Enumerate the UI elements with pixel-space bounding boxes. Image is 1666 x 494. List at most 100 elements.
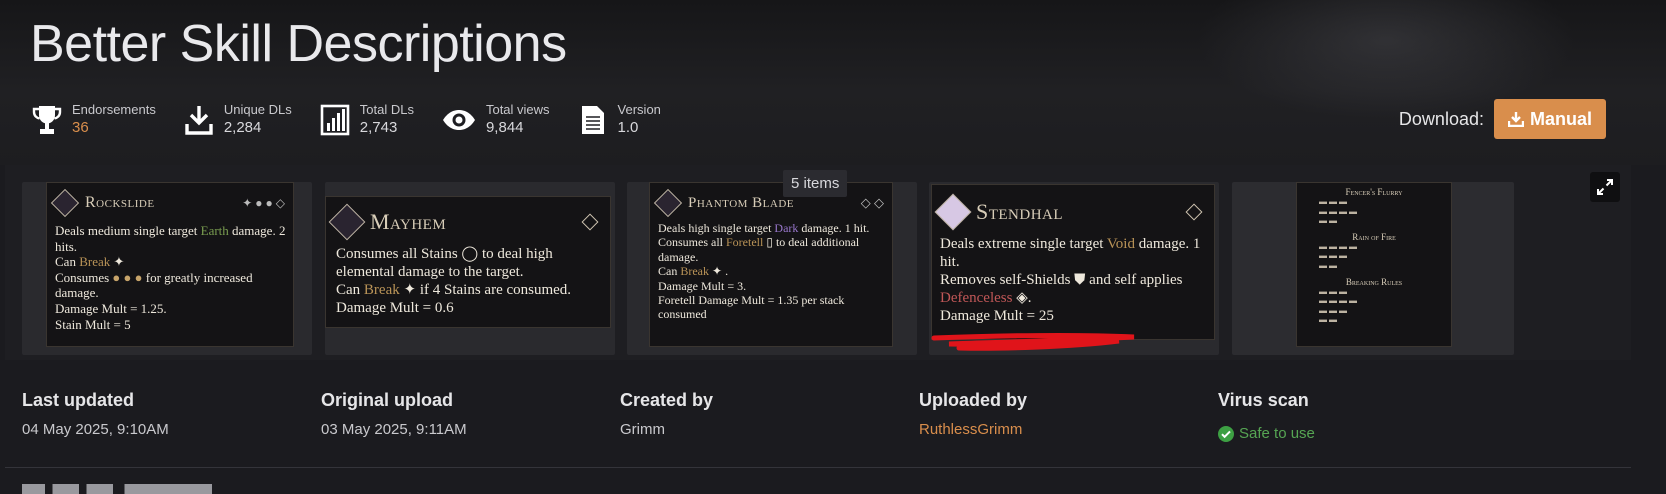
element-icons: ◇ ◇ bbox=[860, 195, 884, 210]
card-text: Consumes bbox=[55, 269, 110, 285]
meta-heading: Virus scan bbox=[1218, 390, 1309, 410]
stat-total-dls: Total DLs 2,743 bbox=[318, 102, 414, 138]
card-text: Damage Mult = 3. bbox=[658, 278, 747, 293]
stat-label: Total views bbox=[485, 102, 550, 117]
meta-heading: Original upload bbox=[321, 390, 454, 410]
stat-label: Total DLs bbox=[359, 102, 414, 117]
section-title: Rain of Fire bbox=[1352, 231, 1396, 242]
stat-unique-dls: Unique DLs 2,284 bbox=[182, 102, 292, 138]
gallery-thumbnail[interactable]: Mayhem Consumes all Stains ◯ to deal hig… bbox=[325, 182, 615, 355]
card-text: and self applies bbox=[1085, 272, 1183, 288]
expand-gallery-button[interactable] bbox=[1590, 172, 1620, 202]
skill-name: Mayhem bbox=[370, 209, 447, 234]
card-text: Can bbox=[336, 282, 364, 298]
stat-value: 2,743 bbox=[359, 119, 398, 136]
skill-emblem-icon bbox=[50, 188, 80, 218]
element-icon bbox=[1185, 203, 1203, 221]
red-scribble-annotation bbox=[931, 332, 1135, 351]
meta-heading: Created by bbox=[620, 390, 714, 410]
card-text: Void bbox=[1106, 236, 1135, 252]
stat-endorsements: Endorsements 36 bbox=[30, 102, 156, 138]
skill-card-mayhem: Mayhem Consumes all Stains ◯ to deal hig… bbox=[325, 196, 611, 328]
gallery-thumbnail[interactable]: Phantom Blade ◇ ◇ Deals high single targ… bbox=[627, 182, 917, 355]
skill-card-list: Fencer's Flurry ▬ ▬ ▬ ▬ ▬ ▬ ▬ ▬ ▬ Rain of … bbox=[1296, 182, 1452, 347]
skill-emblem-icon bbox=[328, 203, 366, 241]
skill-emblem-icon bbox=[653, 188, 683, 218]
download-label: Download: bbox=[1398, 108, 1484, 129]
uploader-link[interactable]: RuthlessGrimm bbox=[919, 421, 1027, 438]
eye-icon bbox=[440, 102, 478, 138]
manual-download-label: Manual bbox=[1529, 108, 1592, 129]
skill-card-stendhal: Stendhal Deals extreme single target Voi… bbox=[931, 184, 1215, 340]
stat-label: Version bbox=[617, 102, 661, 117]
skill-name: Rockslide bbox=[85, 194, 155, 211]
stat-total-views: Total views 9,844 bbox=[440, 102, 550, 138]
stats-bar: Endorsements 36 Unique DLs 2,284 Total D… bbox=[30, 102, 687, 138]
meta-created-by: Created by Grimm bbox=[620, 390, 713, 438]
card-text: . bbox=[1027, 290, 1032, 306]
download-section: Download: Manual bbox=[1399, 99, 1606, 139]
card-text: Foretell bbox=[726, 235, 764, 250]
card-text: Removes self-Shields bbox=[940, 272, 1071, 288]
card-text: . bbox=[722, 264, 729, 279]
meta-virus-scan: Virus scan Safe to use bbox=[1218, 390, 1315, 442]
bar-chart-icon bbox=[318, 102, 352, 138]
gallery-thumbnail[interactable]: Stendhal Deals extreme single target Voi… bbox=[929, 182, 1219, 355]
card-text: Consumes all Stains bbox=[336, 246, 458, 262]
stat-value: 2,284 bbox=[223, 119, 262, 136]
card-text: Break bbox=[680, 264, 709, 279]
card-text: Dark bbox=[774, 221, 799, 235]
stat-value: 9,844 bbox=[485, 119, 524, 136]
skill-card-rockslide: Rockslide ✦ ● ● ◇ Deals medium single ta… bbox=[46, 182, 294, 347]
stat-label: Endorsements bbox=[72, 102, 156, 117]
meta-value: Grimm bbox=[620, 421, 665, 438]
meta-last-updated: Last updated 04 May 2025, 9:10AM bbox=[22, 390, 169, 438]
meta-original-upload: Original upload 03 May 2025, 9:11AM bbox=[321, 390, 467, 438]
skill-card-phantom-blade: Phantom Blade ◇ ◇ Deals high single targ… bbox=[649, 182, 893, 347]
card-text: Damage Mult = 1.25. bbox=[55, 300, 167, 316]
stat-version: Version 1.0 bbox=[576, 102, 661, 138]
stat-label: Unique DLs bbox=[223, 102, 292, 117]
card-text: damage. 1 hit. bbox=[798, 221, 870, 235]
card-text: Defenceless bbox=[940, 290, 1013, 306]
gallery-thumbnail[interactable]: Fencer's Flurry ▬ ▬ ▬ ▬ ▬ ▬ ▬ ▬ ▬ Rain of … bbox=[1232, 182, 1514, 355]
meta-value: 03 May 2025, 9:11AM bbox=[321, 421, 467, 438]
stat-value: 36 bbox=[72, 119, 89, 136]
expand-icon bbox=[1597, 179, 1613, 195]
meta-value: 04 May 2025, 9:10AM bbox=[22, 421, 169, 438]
card-text: Deals high single target bbox=[658, 221, 775, 235]
virus-scan-status: Safe to use bbox=[1218, 425, 1315, 442]
card-text: Deals medium single target bbox=[55, 223, 201, 238]
mod-header: Better Skill Descriptions Endorsements 3… bbox=[0, 0, 1666, 165]
trophy-icon bbox=[30, 102, 64, 138]
document-icon bbox=[576, 102, 610, 138]
section-divider bbox=[5, 467, 1631, 468]
next-section-heading-cropped bbox=[22, 484, 222, 494]
section-title: Breaking Rules bbox=[1345, 276, 1403, 287]
element-icons: ✦ ● ● ◇ bbox=[242, 195, 285, 210]
page-title: Better Skill Descriptions bbox=[30, 15, 567, 73]
stat-value: 1.0 bbox=[617, 119, 639, 136]
element-icon bbox=[581, 213, 599, 231]
skill-emblem-icon bbox=[934, 193, 972, 231]
download-icon bbox=[1507, 112, 1524, 127]
section-title: Fencer's Flurry bbox=[1345, 187, 1403, 197]
meta-heading: Last updated bbox=[22, 390, 135, 410]
meta-heading: Uploaded by bbox=[919, 390, 1028, 410]
check-circle-icon bbox=[1218, 425, 1234, 442]
card-text: Break bbox=[79, 254, 111, 270]
card-text: Can bbox=[658, 264, 681, 279]
gallery-thumbnail[interactable]: Rockslide ✦ ● ● ◇ Deals medium single ta… bbox=[22, 182, 312, 355]
card-text: Stain Mult = 5 bbox=[55, 316, 131, 332]
manual-download-button[interactable]: Manual bbox=[1493, 99, 1606, 139]
card-text: Damage Mult = 25 bbox=[940, 308, 1054, 324]
card-text: Earth bbox=[200, 223, 229, 238]
virus-scan-label: Safe to use bbox=[1239, 425, 1315, 442]
skill-name: Phantom Blade bbox=[688, 194, 794, 211]
gallery-count-badge: 5 items bbox=[783, 170, 848, 197]
card-text: Damage Mult = 0.6 bbox=[336, 300, 454, 316]
download-icon bbox=[182, 102, 216, 138]
skill-name: Stendhal bbox=[976, 199, 1064, 224]
card-text: Consumes all bbox=[658, 235, 726, 250]
card-text: Break bbox=[363, 282, 400, 298]
